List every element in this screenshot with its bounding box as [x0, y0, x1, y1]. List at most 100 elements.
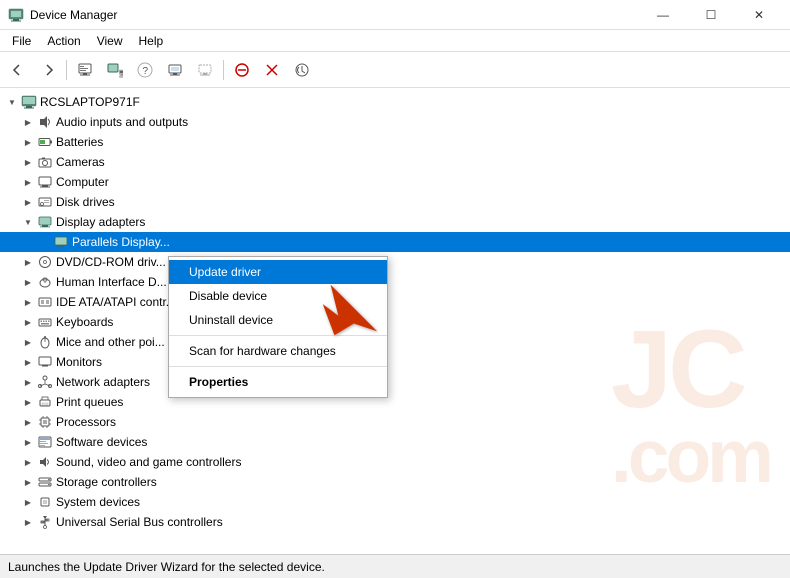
tree-item-batteries[interactable]: ▶ Batteries	[0, 132, 790, 152]
storage-icon	[36, 473, 54, 491]
processors-expand[interactable]: ▶	[20, 414, 36, 430]
monitors-icon	[36, 353, 54, 371]
toolbar-help[interactable]: ?	[131, 56, 159, 84]
tree-item-computer[interactable]: ▶ Computer	[0, 172, 790, 192]
tree-root[interactable]: ▼ RCSLAPTOP971F	[0, 92, 790, 112]
ctx-disable-device[interactable]: Disable device	[169, 284, 387, 308]
tree-item-cameras[interactable]: ▶ Cameras	[0, 152, 790, 172]
toolbar: 🖥 ?	[0, 52, 790, 88]
batteries-expand[interactable]: ▶	[20, 134, 36, 150]
minimize-button[interactable]: —	[640, 0, 686, 30]
menu-help[interactable]: Help	[131, 32, 172, 50]
sound-label: Sound, video and game controllers	[56, 455, 241, 469]
tree-item-dvd[interactable]: ▶ DVD/CD-ROM driv...	[0, 252, 790, 272]
tree-item-system[interactable]: ▶ System devices	[0, 492, 790, 512]
sound-icon	[36, 453, 54, 471]
title-bar: Device Manager — ☐ ✕	[0, 0, 790, 30]
dvd-expand[interactable]: ▶	[20, 254, 36, 270]
tree-item-hid[interactable]: ▶ Human Interface D...	[0, 272, 790, 292]
mice-expand[interactable]: ▶	[20, 334, 36, 350]
processors-icon	[36, 413, 54, 431]
maximize-button[interactable]: ☐	[688, 0, 734, 30]
hid-icon	[36, 273, 54, 291]
ctx-separator-1	[169, 335, 387, 336]
system-expand[interactable]: ▶	[20, 494, 36, 510]
tree-item-usb[interactable]: ▶ Universal Serial Bus controllers	[0, 512, 790, 532]
storage-expand[interactable]: ▶	[20, 474, 36, 490]
tree-item-parallels[interactable]: Parallels Display...	[0, 232, 790, 252]
tree-item-monitors[interactable]: ▶ Monitors	[0, 352, 790, 372]
tree-item-processors[interactable]: ▶ Processors	[0, 412, 790, 432]
computer-icon	[20, 93, 38, 111]
parallels-expand	[36, 234, 52, 250]
tree-item-storage[interactable]: ▶ Storage controllers	[0, 472, 790, 492]
computer-expand[interactable]: ▶	[20, 174, 36, 190]
tree-item-sound[interactable]: ▶ Sound, video and game controllers	[0, 452, 790, 472]
toolbar-separator-2	[223, 60, 224, 80]
toolbar-back[interactable]	[4, 56, 32, 84]
sound-expand[interactable]: ▶	[20, 454, 36, 470]
ctx-uninstall-device[interactable]: Uninstall device	[169, 308, 387, 332]
ide-expand[interactable]: ▶	[20, 294, 36, 310]
app-icon	[8, 7, 24, 23]
toolbar-network[interactable]	[161, 56, 189, 84]
software-label: Software devices	[56, 435, 147, 449]
tree-item-print[interactable]: ▶ Print queues	[0, 392, 790, 412]
disk-icon	[36, 193, 54, 211]
context-menu: Update driver Disable device Uninstall d…	[168, 256, 388, 398]
audio-label: Audio inputs and outputs	[56, 115, 188, 129]
tree-item-display[interactable]: ▼ Display adapters	[0, 212, 790, 232]
toolbar-forward[interactable]	[34, 56, 62, 84]
mice-icon	[36, 333, 54, 351]
computer-label: Computer	[56, 175, 109, 189]
window-controls: — ☐ ✕	[640, 0, 782, 30]
menu-bar: File Action View Help	[0, 30, 790, 52]
tree-item-mice[interactable]: ▶ Mice and other poi...	[0, 332, 790, 352]
audio-expand[interactable]: ▶	[20, 114, 36, 130]
svg-text:?: ?	[143, 66, 149, 77]
ctx-scan-hardware[interactable]: Scan for hardware changes	[169, 339, 387, 363]
tree-item-software[interactable]: ▶ Software devices	[0, 432, 790, 452]
keyboards-expand[interactable]: ▶	[20, 314, 36, 330]
hid-expand[interactable]: ▶	[20, 274, 36, 290]
ctx-properties[interactable]: Properties	[169, 370, 387, 394]
toolbar-disable[interactable]	[228, 56, 256, 84]
menu-file[interactable]: File	[4, 32, 39, 50]
status-text: Launches the Update Driver Wizard for th…	[8, 560, 325, 574]
tree-item-ide[interactable]: ▶ IDE ATA/ATAPI contr...	[0, 292, 790, 312]
parallels-icon	[52, 233, 70, 251]
usb-icon	[36, 513, 54, 531]
toolbar-properties[interactable]	[71, 56, 99, 84]
tree-item-keyboards[interactable]: ▶ Keyboards	[0, 312, 790, 332]
cameras-expand[interactable]: ▶	[20, 154, 36, 170]
toolbar-uninstall[interactable]	[258, 56, 286, 84]
tree-item-network[interactable]: ▶ Network adapters	[0, 372, 790, 392]
print-label: Print queues	[56, 395, 123, 409]
menu-view[interactable]: View	[89, 32, 131, 50]
batteries-label: Batteries	[56, 135, 103, 149]
cameras-label: Cameras	[56, 155, 105, 169]
toolbar-update[interactable]	[288, 56, 316, 84]
monitors-expand[interactable]: ▶	[20, 354, 36, 370]
software-expand[interactable]: ▶	[20, 434, 36, 450]
disk-expand[interactable]: ▶	[20, 194, 36, 210]
root-expand[interactable]: ▼	[4, 94, 20, 110]
keyboards-label: Keyboards	[56, 315, 113, 329]
toolbar-show-hidden[interactable]	[191, 56, 219, 84]
display-expand[interactable]: ▼	[20, 214, 36, 230]
print-expand[interactable]: ▶	[20, 394, 36, 410]
toolbar-scan[interactable]: 🖥	[101, 56, 129, 84]
network-icon	[36, 373, 54, 391]
ide-label: IDE ATA/ATAPI contr...	[56, 295, 176, 309]
close-button[interactable]: ✕	[736, 0, 782, 30]
ctx-update-driver[interactable]: Update driver	[169, 260, 387, 284]
svg-text:🖥: 🖥	[118, 70, 123, 78]
computer-item-icon	[36, 173, 54, 191]
network-expand[interactable]: ▶	[20, 374, 36, 390]
usb-expand[interactable]: ▶	[20, 514, 36, 530]
main-content: JC .com ▼ RCSLAPTOP971F ▶	[0, 88, 790, 554]
tree-item-disk[interactable]: ▶ Disk drives	[0, 192, 790, 212]
ide-icon	[36, 293, 54, 311]
tree-item-audio[interactable]: ▶ Audio inputs and outputs	[0, 112, 790, 132]
menu-action[interactable]: Action	[39, 32, 88, 50]
